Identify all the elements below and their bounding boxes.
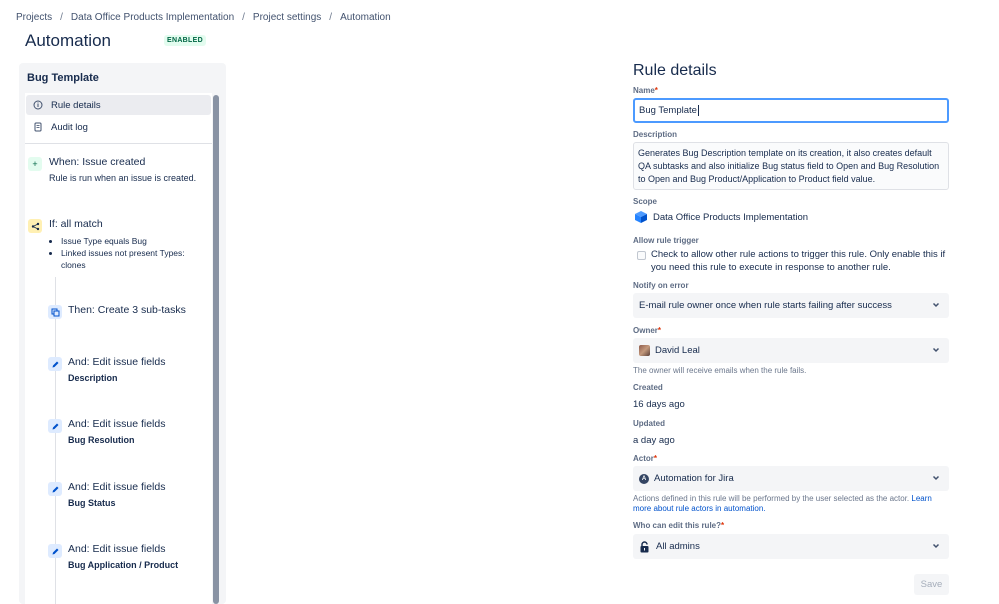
action-detail: Bug Resolution [68, 435, 135, 445]
updated-value: a day ago [633, 435, 675, 446]
rule-outline-title: Bug Template [27, 72, 99, 84]
chevron-down-icon [932, 543, 940, 549]
scrollbar-thumb[interactable] [213, 95, 219, 604]
condition-item-continued: clones [61, 260, 86, 270]
status-badge: ENABLED [164, 35, 206, 46]
pencil-icon [48, 544, 62, 558]
breadcrumb-separator: / [242, 12, 245, 23]
avatar [639, 345, 650, 356]
rule-component-action-create-subtasks[interactable]: Then: Create 3 sub-tasks [25, 303, 212, 325]
actor-helper: Actions defined in this rule will be per… [633, 494, 932, 513]
updated-label: Updated [633, 419, 665, 428]
condition-heading: If: all match [49, 218, 103, 230]
owner-helper: The owner will receive emails when the r… [633, 366, 807, 375]
name-input[interactable]: Bug Template [633, 98, 949, 123]
save-button[interactable]: Save [914, 574, 949, 595]
trigger-heading: When: Issue created [49, 156, 146, 168]
page-title: Automation [25, 31, 111, 50]
owner-label: Owner* [633, 326, 662, 335]
owner-value: David Leal [655, 345, 700, 356]
chevron-down-icon [932, 347, 940, 353]
info-icon [33, 100, 43, 110]
lock-icon [640, 540, 649, 552]
actor-value: Automation for Jira [654, 473, 734, 484]
rule-details-title: Rule details [633, 62, 717, 79]
breadcrumb-separator: / [60, 12, 63, 23]
notify-value: E-mail rule owner once when rule starts … [639, 300, 892, 311]
action-detail: Description [68, 373, 118, 383]
description-label: Description [633, 130, 678, 139]
chevron-down-icon [932, 475, 940, 481]
notify-select[interactable]: E-mail rule owner once when rule starts … [633, 293, 949, 318]
rule-outline-panel: Bug Template Rule details Audit log + Wh… [19, 63, 226, 604]
rule-component-trigger[interactable]: + When: Issue created Rule is run when a… [25, 155, 212, 185]
rule-outline-list: Rule details Audit log + When: Issue cre… [25, 93, 212, 604]
created-value: 16 days ago [633, 399, 685, 410]
subtask-icon [48, 305, 62, 319]
owner-select[interactable]: David Leal [633, 338, 949, 363]
nav-item-rule-details[interactable]: Rule details [26, 95, 211, 115]
who-edit-value: All admins [656, 541, 700, 552]
description-textarea[interactable]: Generates Bug Description template on it… [633, 142, 949, 190]
nav-item-audit-log[interactable]: Audit log [26, 117, 211, 137]
notify-label: Notify on error [633, 281, 689, 290]
condition-list: Issue Type equals Bug Linked issues not … [51, 235, 185, 271]
project-icon [635, 211, 647, 223]
divider [25, 143, 212, 144]
rule-component-action-edit-bug-application[interactable]: And: Edit issue fields Bug Application /… [25, 542, 212, 574]
allow-trigger-row: Check to allow other rule actions to tri… [637, 248, 949, 274]
rule-component-action-edit-bug-status[interactable]: And: Edit issue fields Bug Status [25, 480, 212, 512]
action-heading: Then: Create 3 sub-tasks [68, 304, 186, 316]
scope-value: Data Office Products Implementation [633, 209, 808, 225]
rule-component-action-edit-description[interactable]: And: Edit issue fields Description [25, 355, 212, 387]
plus-icon: + [28, 157, 42, 171]
who-edit-select[interactable]: All admins [633, 534, 949, 559]
nav-item-label: Rule details [51, 99, 101, 111]
breadcrumb-project-settings[interactable]: Project settings [253, 12, 321, 23]
automation-icon: A [639, 473, 649, 484]
trigger-description: Rule is run when an issue is created. [49, 173, 197, 183]
created-label: Created [633, 383, 663, 392]
action-heading: And: Edit issue fields [68, 543, 166, 555]
pencil-icon [48, 419, 62, 433]
actor-select[interactable]: A Automation for Jira [633, 466, 949, 491]
breadcrumb-project[interactable]: Data Office Products Implementation [71, 12, 234, 23]
allow-trigger-checkbox[interactable] [637, 251, 646, 260]
breadcrumb-separator: / [329, 12, 333, 23]
allow-trigger-text: Check to allow other rule actions to tri… [651, 249, 946, 273]
who-edit-label: Who can edit this rule?* [633, 521, 725, 530]
action-detail: Bug Application / Product [68, 560, 179, 570]
action-detail: Bug Status [68, 498, 116, 508]
allow-trigger-label: Allow rule trigger [633, 236, 699, 245]
chevron-down-icon [932, 302, 940, 308]
action-heading: And: Edit issue fields [68, 356, 166, 368]
name-label: Name* [633, 86, 658, 95]
nav-item-label: Audit log [51, 121, 88, 133]
rule-component-condition[interactable]: If: all match Issue Type equals Bug Link… [25, 217, 212, 277]
condition-item: Issue Type equals Bug [61, 235, 185, 247]
pencil-icon [48, 482, 62, 496]
action-heading: And: Edit issue fields [68, 418, 166, 430]
rule-component-action-edit-bug-resolution[interactable]: And: Edit issue fields Bug Resolution [25, 417, 212, 449]
breadcrumb: Projects / Data Office Products Implemen… [16, 12, 391, 23]
pencil-icon [48, 357, 62, 371]
branch-icon [28, 219, 42, 233]
actor-label: Actor* [633, 454, 658, 463]
scope-label: Scope [633, 197, 658, 206]
document-icon [33, 122, 43, 132]
action-heading: And: Edit issue fields [68, 481, 166, 493]
condition-item: Linked issues not present Types: [61, 247, 185, 259]
breadcrumb-projects[interactable]: Projects [16, 12, 52, 23]
breadcrumb-automation[interactable]: Automation [340, 12, 391, 23]
scrollbar[interactable] [213, 95, 219, 604]
scope-text: Data Office Products Implementation [653, 211, 809, 223]
